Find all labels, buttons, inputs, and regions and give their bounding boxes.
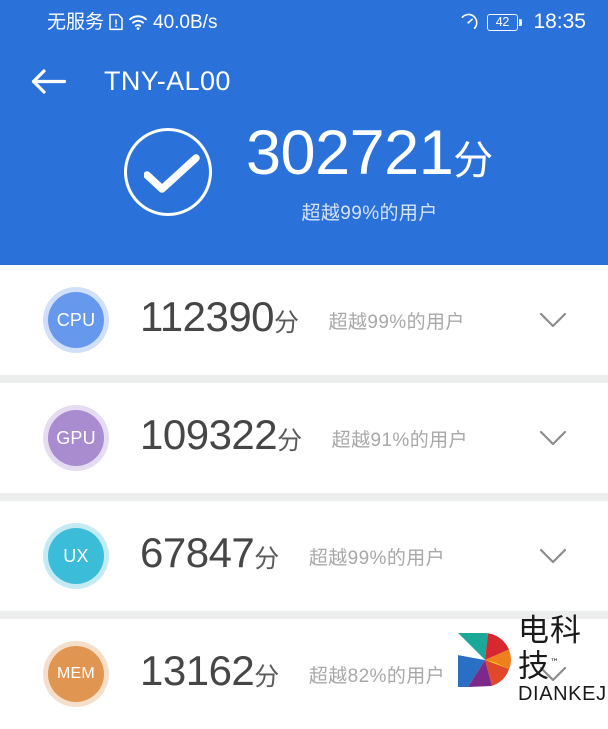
row-score-value: 109322 — [140, 411, 278, 458]
gpu-badge: GPU — [43, 405, 109, 471]
row-percentile: 超越99%的用户 — [308, 547, 446, 569]
battery-icon: 42 — [486, 13, 523, 31]
table-row[interactable]: CPU 112390分 超越99%的用户 — [0, 265, 608, 375]
total-score-panel: 302721分 超越99%的用户 — [0, 118, 608, 238]
wifi-icon — [128, 13, 148, 31]
total-score-value: 302721 — [246, 118, 454, 188]
chevron-down-icon[interactable] — [536, 539, 570, 573]
badge-label: CPU — [48, 292, 104, 348]
battery-level-label: 42 — [495, 14, 510, 29]
table-row[interactable]: MEM 13162分 超越82%的用户 — [0, 619, 608, 729]
score-list: CPU 112390分 超越99%的用户 GPU 109322分 超越91%的用… — [0, 265, 608, 729]
row-score-value: 67847 — [140, 529, 255, 576]
row-score: 112390分 — [140, 295, 299, 345]
ux-badge: UX — [43, 523, 109, 589]
clock-label: 18:35 — [533, 10, 586, 33]
row-score: 109322分 — [140, 413, 302, 463]
chevron-down-icon[interactable] — [536, 657, 570, 691]
row-score-unit: 分 — [274, 309, 299, 337]
row-score-value: 13162 — [140, 647, 255, 694]
row-score-unit: 分 — [254, 545, 279, 573]
carrier-label: 无服务 — [47, 11, 105, 33]
table-row[interactable]: GPU 109322分 超越91%的用户 — [0, 383, 608, 493]
total-score-unit: 分 — [453, 139, 494, 183]
row-percentile: 超越82%的用户 — [308, 665, 446, 687]
total-score-subtitle: 超越99%的用户 — [301, 203, 438, 224]
page-title: TNY-AL00 — [104, 66, 231, 96]
row-percentile: 超越91%的用户 — [331, 429, 468, 451]
total-score-wrap: 302721分 超越99%的用户 — [246, 118, 493, 225]
cpu-badge: CPU — [43, 287, 109, 353]
row-divider — [0, 611, 608, 619]
row-score-unit: 分 — [277, 427, 302, 455]
badge-label: GPU — [48, 410, 104, 466]
title-bar: TNY-AL00 — [0, 52, 608, 110]
mem-badge: MEM — [43, 641, 109, 707]
blue-header: 无服务 40.0B/s 42 18:35 TNY-AL00 302721分 超越… — [0, 0, 608, 265]
network-speed-label: 40.0B/s — [153, 11, 218, 33]
row-score: 67847分 — [140, 531, 279, 581]
row-divider — [0, 493, 608, 501]
row-score-value: 112390 — [140, 293, 275, 340]
badge-label: UX — [48, 528, 104, 584]
check-circle-icon — [124, 128, 212, 216]
chevron-down-icon[interactable] — [536, 303, 570, 337]
sim-alert-icon — [109, 13, 123, 31]
row-score: 13162分 — [140, 649, 279, 699]
badge-label: MEM — [48, 646, 104, 702]
status-bar-right: 42 18:35 — [459, 0, 586, 44]
status-bar-left: 无服务 40.0B/s — [47, 0, 217, 44]
chevron-down-icon[interactable] — [536, 421, 570, 455]
table-row[interactable]: UX 67847分 超越99%的用户 — [0, 501, 608, 611]
total-score: 302721分 — [246, 118, 493, 196]
status-bar: 无服务 40.0B/s 42 18:35 — [0, 0, 608, 44]
row-score-unit: 分 — [254, 663, 279, 691]
speedometer-icon — [459, 13, 478, 32]
arrow-left-icon[interactable] — [30, 65, 68, 98]
row-divider — [0, 375, 608, 383]
row-percentile: 超越99%的用户 — [328, 311, 465, 333]
